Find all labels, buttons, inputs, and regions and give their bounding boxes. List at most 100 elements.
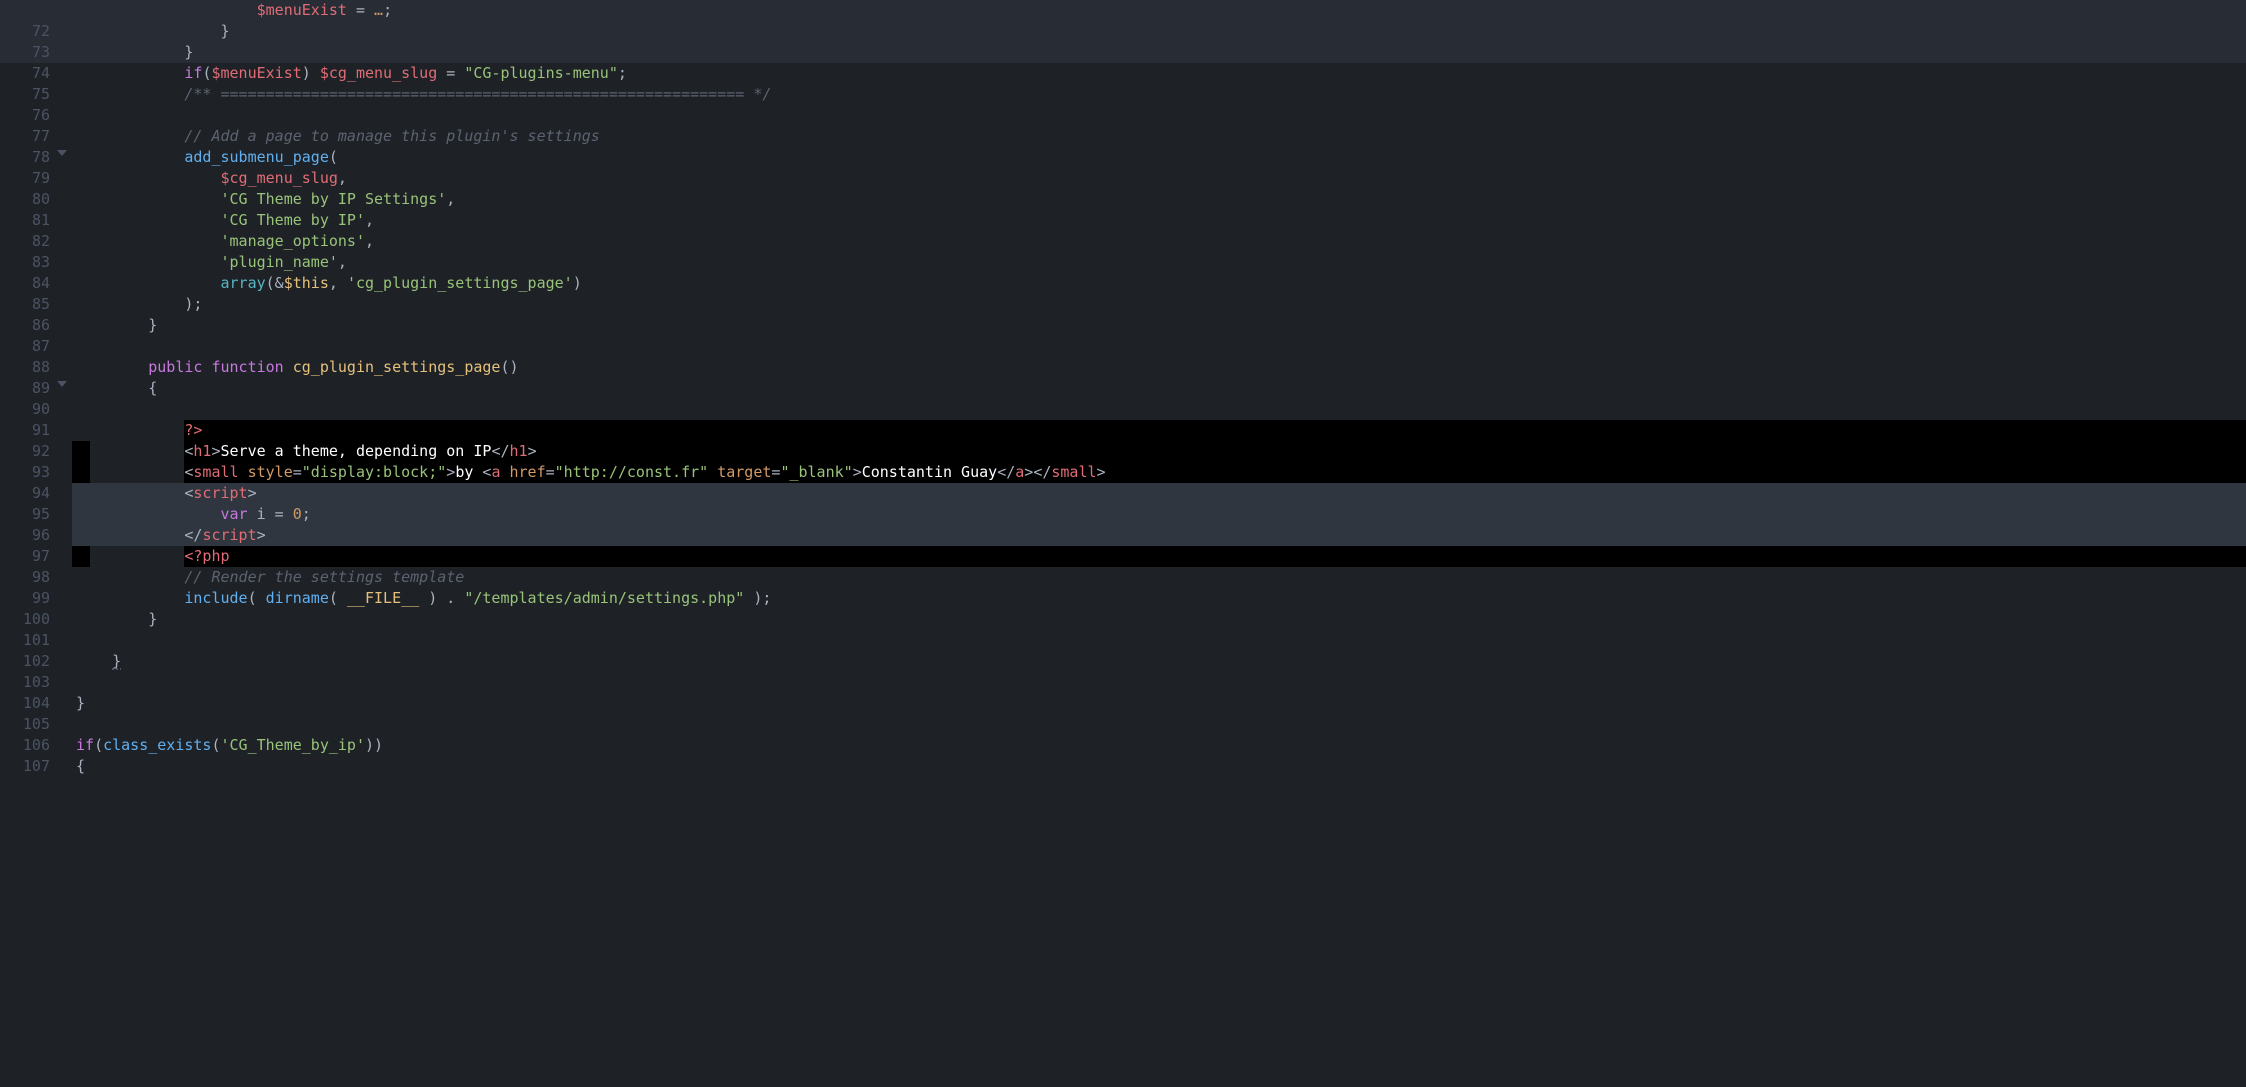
- code-line[interactable]: );: [72, 294, 2246, 315]
- line-number[interactable]: 98: [0, 567, 50, 588]
- line-number[interactable]: 72: [0, 21, 50, 42]
- code-line[interactable]: // Add a page to manage this plugin's se…: [72, 126, 2246, 147]
- line-number[interactable]: 78: [0, 147, 50, 168]
- code-line[interactable]: }: [72, 315, 2246, 336]
- code-token: =: [437, 64, 464, 82]
- code-token: "http://const.fr": [555, 463, 709, 481]
- code-token: style: [248, 463, 293, 481]
- code-token: Serve a theme, depending on IP: [221, 442, 492, 460]
- code-line[interactable]: [72, 630, 2246, 651]
- code-line[interactable]: 'plugin_name',: [72, 252, 2246, 273]
- line-number[interactable]: 105: [0, 714, 50, 735]
- line-number[interactable]: 102: [0, 651, 50, 672]
- code-line[interactable]: <script>: [72, 483, 2246, 504]
- line-number[interactable]: 76: [0, 105, 50, 126]
- line-number[interactable]: 94: [0, 483, 50, 504]
- code-token: [500, 463, 509, 481]
- code-line[interactable]: [72, 714, 2246, 735]
- line-number[interactable]: 80: [0, 189, 50, 210]
- code-line[interactable]: <?php: [72, 546, 2246, 567]
- code-line[interactable]: }: [72, 651, 2246, 672]
- code-line[interactable]: }: [72, 21, 2246, 42]
- code-token: 'CG_Theme_by_ip': [221, 736, 366, 754]
- code-token: function: [211, 358, 283, 376]
- code-line[interactable]: array(&$this, 'cg_plugin_settings_page'): [72, 273, 2246, 294]
- code-token: [239, 463, 248, 481]
- line-number[interactable]: 77: [0, 126, 50, 147]
- line-number[interactable]: 85: [0, 294, 50, 315]
- changed-line-marker: [72, 504, 90, 525]
- code-token: by: [455, 463, 482, 481]
- line-number[interactable]: 82: [0, 231, 50, 252]
- line-number[interactable]: 74: [0, 63, 50, 84]
- code-line[interactable]: [72, 672, 2246, 693]
- code-token: </: [1033, 463, 1051, 481]
- line-number[interactable]: 86: [0, 315, 50, 336]
- code-line[interactable]: if(class_exists('CG_Theme_by_ip')): [72, 735, 2246, 756]
- code-token: var: [221, 505, 248, 523]
- code-line[interactable]: add_submenu_page(: [72, 147, 2246, 168]
- line-number[interactable]: 93: [0, 462, 50, 483]
- code-token: 0: [293, 505, 302, 523]
- code-token: $this: [284, 274, 329, 292]
- fold-chevron-icon[interactable]: [57, 150, 67, 156]
- line-number[interactable]: 96: [0, 525, 50, 546]
- line-number[interactable]: 90: [0, 399, 50, 420]
- code-line[interactable]: 'CG Theme by IP',: [72, 210, 2246, 231]
- line-number[interactable]: 88: [0, 357, 50, 378]
- code-line[interactable]: <small style="display:block;">by <a href…: [72, 462, 2246, 483]
- code-line[interactable]: $menuExist = …;: [72, 0, 2246, 21]
- code-line[interactable]: $cg_menu_slug,: [72, 168, 2246, 189]
- code-line[interactable]: 'CG Theme by IP Settings',: [72, 189, 2246, 210]
- changed-line-marker: [72, 525, 90, 546]
- code-line[interactable]: {: [72, 756, 2246, 777]
- line-number[interactable]: 81: [0, 210, 50, 231]
- line-number[interactable]: 89: [0, 378, 50, 399]
- code-token: >: [1097, 463, 1106, 481]
- code-line[interactable]: {: [72, 378, 2246, 399]
- code-line[interactable]: public function cg_plugin_settings_page(…: [72, 357, 2246, 378]
- line-number[interactable]: 95: [0, 504, 50, 525]
- code-line[interactable]: [72, 399, 2246, 420]
- gutter[interactable]: 7172737475767778798081828384858687888990…: [0, 0, 72, 63]
- code-line[interactable]: }: [72, 42, 2246, 63]
- fold-chevron-icon[interactable]: [57, 381, 67, 387]
- code-line[interactable]: 'manage_options',: [72, 231, 2246, 252]
- code-token: </: [184, 526, 202, 544]
- code-line[interactable]: if($menuExist) $cg_menu_slug = "CG-plugi…: [72, 63, 2246, 84]
- code-line[interactable]: var i = 0;: [72, 504, 2246, 525]
- code-line[interactable]: }: [72, 609, 2246, 630]
- line-number[interactable]: 84: [0, 273, 50, 294]
- code-editor[interactable]: 7172737475767778798081828384858687888990…: [0, 0, 2246, 63]
- line-number[interactable]: 92: [0, 441, 50, 462]
- line-number[interactable]: 99: [0, 588, 50, 609]
- line-number[interactable]: 104: [0, 693, 50, 714]
- code-token: class_exists: [103, 736, 211, 754]
- code-token: }: [221, 22, 230, 40]
- line-number[interactable]: 83: [0, 252, 50, 273]
- code-line[interactable]: [72, 336, 2246, 357]
- line-number[interactable]: 87: [0, 336, 50, 357]
- line-number[interactable]: 101: [0, 630, 50, 651]
- line-number[interactable]: 97: [0, 546, 50, 567]
- line-number[interactable]: 100: [0, 609, 50, 630]
- code-line[interactable]: /** ====================================…: [72, 84, 2246, 105]
- code-token: public: [148, 358, 202, 376]
- code-line[interactable]: [72, 105, 2246, 126]
- code-token: 'plugin_name': [221, 253, 338, 271]
- line-number[interactable]: 103: [0, 672, 50, 693]
- line-number[interactable]: 75: [0, 84, 50, 105]
- code-line[interactable]: include( dirname( __FILE__ ) . "/templat…: [72, 588, 2246, 609]
- code-line[interactable]: ?>: [72, 420, 2246, 441]
- code-token: =: [347, 1, 374, 19]
- code-line[interactable]: }: [72, 693, 2246, 714]
- code-area[interactable]: $menuExist = …; } } if($menuExist) $cg_m…: [72, 0, 2246, 63]
- line-number[interactable]: 91: [0, 420, 50, 441]
- line-number[interactable]: 107: [0, 756, 50, 777]
- line-number[interactable]: 106: [0, 735, 50, 756]
- line-number[interactable]: 79: [0, 168, 50, 189]
- line-number[interactable]: 73: [0, 42, 50, 63]
- code-line[interactable]: // Render the settings template: [72, 567, 2246, 588]
- code-line[interactable]: <h1>Serve a theme, depending on IP</h1>: [72, 441, 2246, 462]
- code-line[interactable]: </script>: [72, 525, 2246, 546]
